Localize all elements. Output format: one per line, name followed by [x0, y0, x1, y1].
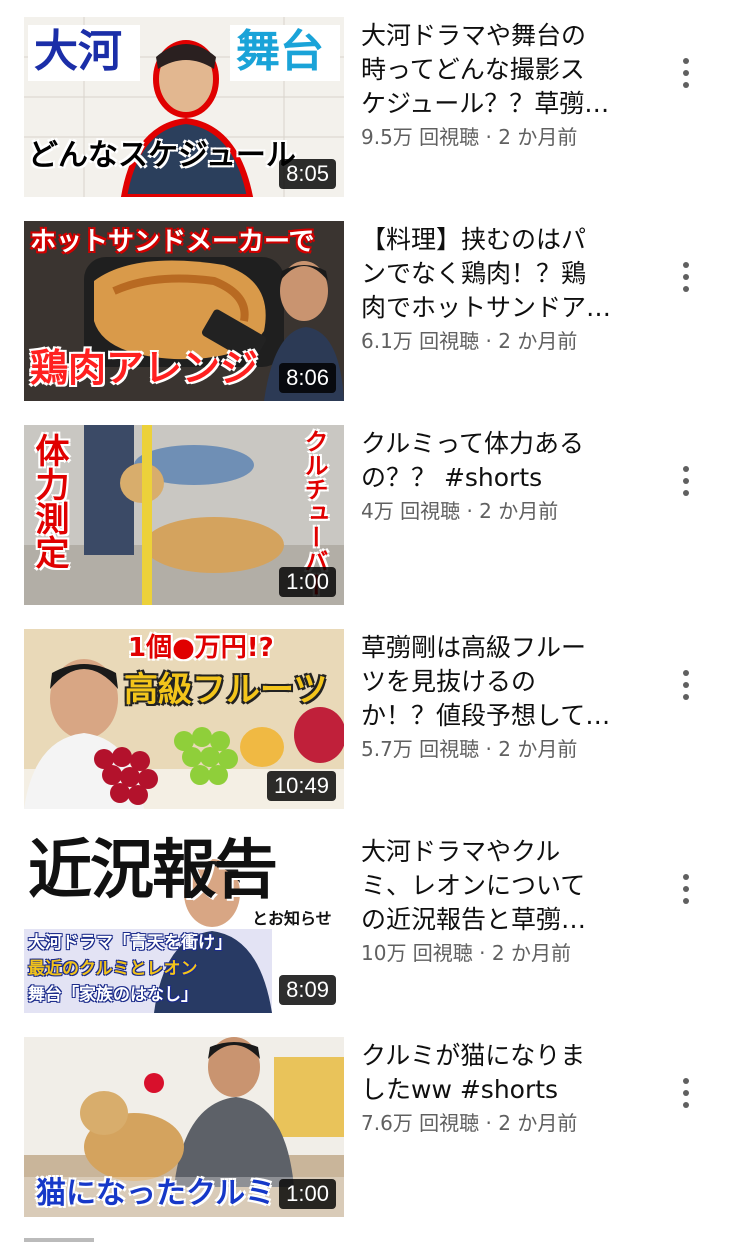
video-thumbnail[interactable]: 体力測定 クルチューバー 1:00 — [24, 425, 344, 605]
video-item[interactable]: 猫になったクルミ 1:00 クルミが猫になりま したww #shorts 7.6… — [0, 1037, 750, 1217]
more-vert-icon[interactable] — [668, 253, 704, 301]
video-duration: 1:00 — [279, 1179, 336, 1209]
title-line: 肉でホットサンドア… — [361, 293, 612, 322]
title-line: 草彅剛は高級フルー — [361, 633, 587, 662]
video-meta: 4万 回視聴 · 2 か月前 — [361, 499, 559, 523]
video-item[interactable]: 1個●万円!? 高級フルーツ 10:49 草彅剛は高級フルー ツを見抜けるの か… — [0, 629, 750, 809]
video-info[interactable]: 大河ドラマや舞台の 時ってどんな撮影ス ケジュール？？草彅… 9.5万 回視聴 … — [361, 19, 646, 151]
title-line: ケジュール？？草彅… — [361, 89, 610, 118]
video-title[interactable]: 草彅剛は高級フルー ツを見抜けるの か！？値段予想して… — [361, 631, 646, 733]
more-vert-icon[interactable] — [668, 865, 704, 913]
video-meta: 9.5万 回視聴 · 2 か月前 — [361, 125, 578, 149]
thumbnail-caption: ホットサンドメーカーで — [30, 227, 315, 257]
video-thumbnail[interactable]: 1個●万円!? 高級フルーツ 10:49 — [24, 629, 344, 809]
video-thumbnail[interactable]: 猫になったクルミ 1:00 — [24, 1037, 344, 1217]
video-duration: 8:05 — [279, 159, 336, 189]
thumbnail-caption: 高級フルーツ — [124, 670, 328, 710]
video-meta: 5.7万 回視聴 · 2 か月前 — [361, 737, 578, 761]
thumbnail-caption: 体力測定 — [29, 433, 69, 569]
video-item[interactable]: 近況報告 とお知らせ 大河ドラマ「青天を衝け」 最近のクルミとレオン 舞台「家族… — [0, 833, 750, 1013]
video-info[interactable]: クルミって体力ある の？？ #shorts 4万 回視聴 · 2 か月前 — [361, 427, 646, 525]
more-vert-icon[interactable] — [668, 1069, 704, 1117]
thumbnail-caption: とお知らせ — [252, 909, 332, 928]
title-line: ツを見抜けるの — [361, 667, 537, 696]
video-item[interactable]: 体力測定 クルチューバー 1:00 クルミって体力ある の？？ #shorts … — [0, 425, 750, 605]
thumbnail-caption: 最近のクルミとレオン — [28, 959, 198, 979]
next-item-edge — [24, 1238, 94, 1242]
video-thumbnail[interactable]: ホットサンドメーカーで 鶏肉アレンジ 8:06 — [24, 221, 344, 401]
title-line: したww #shorts — [361, 1075, 559, 1104]
video-duration: 8:06 — [279, 363, 336, 393]
video-meta: 6.1万 回視聴 · 2 か月前 — [361, 329, 578, 353]
title-line: クルミが猫になりま — [361, 1041, 586, 1070]
title-line: ンでなく鶏肉！？鶏 — [361, 259, 587, 288]
more-vert-icon[interactable] — [668, 661, 704, 709]
title-line: 大河ドラマやクル — [361, 837, 561, 866]
video-item[interactable]: 大河 舞台 どんなスケジュール 8:05 大河ドラマや舞台の 時ってどんな撮影ス… — [0, 17, 750, 197]
title-line: の近況報告と草彅… — [361, 905, 587, 934]
thumbnail-caption: 鶏肉アレンジ — [30, 346, 259, 390]
title-line: 【料理】挟むのはパ — [361, 225, 587, 254]
video-info[interactable]: クルミが猫になりま したww #shorts 7.6万 回視聴 · 2 か月前 — [361, 1039, 646, 1137]
title-line: 時ってどんな撮影ス — [361, 55, 585, 84]
video-duration: 10:49 — [266, 771, 336, 801]
video-duration: 1:00 — [279, 567, 336, 597]
thumbnail-caption: 1個●万円!? — [128, 633, 274, 663]
video-meta: 10万 回視聴 · 2 か月前 — [361, 941, 571, 965]
thumbnail-caption: 大河ドラマ「青天を衝け」 — [28, 933, 232, 953]
video-title[interactable]: 大河ドラマやクル ミ、レオンについて の近況報告と草彅… — [361, 835, 646, 937]
video-info[interactable]: 【料理】挟むのはパ ンでなく鶏肉！？鶏 肉でホットサンドア… 6.1万 回視聴 … — [361, 223, 646, 355]
title-line: 大河ドラマや舞台の — [361, 21, 587, 50]
thumbnail-caption: 猫になったクルミ — [36, 1176, 276, 1211]
video-item[interactable]: ホットサンドメーカーで 鶏肉アレンジ 8:06 【料理】挟むのはパ ンでなく鶏肉… — [0, 221, 750, 401]
video-list: 大河 舞台 どんなスケジュール 8:05 大河ドラマや舞台の 時ってどんな撮影ス… — [0, 0, 750, 1244]
video-title[interactable]: クルミって体力ある の？？ #shorts — [361, 427, 646, 495]
video-title[interactable]: 【料理】挟むのはパ ンでなく鶏肉！？鶏 肉でホットサンドア… — [361, 223, 646, 325]
thumbnail-caption: どんなスケジュール — [28, 138, 296, 173]
thumbnail-caption: 舞台「家族のはなし」 — [28, 985, 198, 1005]
video-info[interactable]: 大河ドラマやクル ミ、レオンについて の近況報告と草彅… 10万 回視聴 · 2… — [361, 835, 646, 967]
more-vert-icon[interactable] — [668, 49, 704, 97]
video-meta: 7.6万 回視聴 · 2 か月前 — [361, 1111, 578, 1135]
video-thumbnail[interactable]: 近況報告 とお知らせ 大河ドラマ「青天を衝け」 最近のクルミとレオン 舞台「家族… — [24, 833, 344, 1013]
video-duration: 8:09 — [279, 975, 336, 1005]
thumbnail-caption: 近況報告 — [28, 834, 278, 908]
thumbnail-caption: 大河 — [34, 26, 122, 77]
title-line: ミ、レオンについて — [361, 871, 586, 900]
more-vert-icon[interactable] — [668, 457, 704, 505]
video-info[interactable]: 草彅剛は高級フルー ツを見抜けるの か！？値段予想して… 5.7万 回視聴 · … — [361, 631, 646, 763]
title-line: の？？ #shorts — [361, 463, 543, 492]
video-title[interactable]: クルミが猫になりま したww #shorts — [361, 1039, 646, 1107]
title-line: クルミって体力ある — [361, 429, 585, 458]
video-title[interactable]: 大河ドラマや舞台の 時ってどんな撮影ス ケジュール？？草彅… — [361, 19, 646, 121]
title-line: か！？値段予想して… — [361, 701, 611, 730]
video-thumbnail[interactable]: 大河 舞台 どんなスケジュール 8:05 — [24, 17, 344, 197]
thumbnail-caption: 舞台 — [236, 26, 324, 77]
